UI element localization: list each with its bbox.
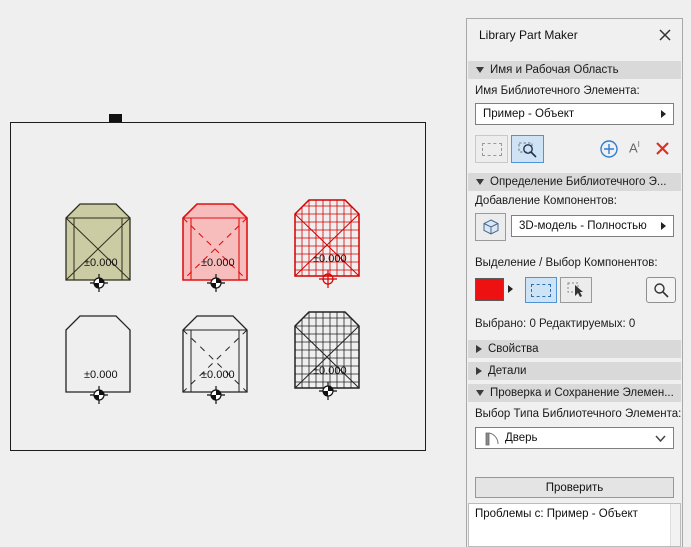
section-label: Определение Библиотечного Э... [490,176,667,188]
marquee-icon [482,143,502,156]
component-mode-value: 3D-модель - Полностью [519,220,661,232]
problems-scrollbar[interactable] [670,504,680,546]
collapse-expanded-icon [476,67,484,73]
section-label: Имя и Рабочая Область [490,64,619,76]
element-name-label: Имя Библиотечного Элемента: [475,85,640,97]
door-3d-selected-shape [180,200,250,284]
level-label: ±0.000 [84,257,118,269]
panel-title: Library Part Maker [479,28,578,42]
section-header-name-area[interactable]: Имя и Рабочая Область [468,61,681,79]
selection-status: Выбрано: 0 Редактируемых: 0 [475,318,635,330]
magnifier-icon [653,282,669,298]
level-marker-icon [319,270,337,288]
type-label: Выбор Типа Библиотечного Элемента: [475,408,681,420]
collapse-expanded-icon [476,179,484,185]
level-label: ±0.000 [313,365,347,377]
component-tool-button[interactable] [475,213,506,241]
level-marker-icon [90,386,108,404]
level-marker-icon [207,386,225,404]
problems-report-area: Проблемы с: Пример - Объект [468,503,681,547]
selection-label: Выделение / Выбор Компонентов: [475,257,658,269]
door-symbol-detail-shape [180,312,250,396]
chevron-down-icon [655,435,666,442]
level-label: ±0.000 [313,253,347,265]
component-mode-dropdown[interactable]: 3D-модель - Полностью [511,215,674,237]
level-label: ±0.000 [201,369,235,381]
add-components-label: Добавление Компонентов: [475,195,617,207]
door-3d-shaded-shape [63,200,133,284]
arrow-select-button[interactable] [560,277,592,303]
problem-item[interactable]: Проблемы с: Пример - Объект [469,504,680,524]
close-button[interactable] [657,27,673,43]
section-header-check-save[interactable]: Проверка и Сохранение Элемен... [468,384,681,402]
element-type-combo[interactable]: Дверь [475,427,674,449]
element-name-dropdown[interactable]: Пример - Объект [475,103,674,125]
popup-arrow-icon [661,222,666,230]
rename-text-icon[interactable]: AI [629,140,640,155]
ai-icon-letter: A [629,140,638,155]
object-preview-shaded[interactable]: ±0.000 [63,200,133,296]
element-type-value: Дверь [505,432,655,444]
library-part-maker-panel: Library Part Maker Имя и Рабочая Область… [466,18,683,547]
check-button[interactable]: Проверить [475,477,674,498]
drawing-canvas[interactable]: ±0.000 ±0.000 [0,0,466,547]
section-label: Свойства [488,343,539,355]
popup-arrow-icon [661,110,666,118]
level-marker-icon [207,274,225,292]
section-label: Детали [488,365,526,377]
cursor-select-icon [567,282,585,298]
level-label: ±0.000 [84,369,118,381]
level-marker-icon [319,382,337,400]
section-header-properties[interactable]: Свойства [468,340,681,358]
door-3d-mesh-red-shape [292,196,362,280]
zoom-select-button[interactable] [511,135,544,163]
collapse-collapsed-icon [476,345,482,353]
zoom-to-selection-button[interactable] [646,277,676,303]
section-header-details[interactable]: Детали [468,362,681,380]
element-name-value: Пример - Объект [483,108,661,120]
3d-cube-icon [481,218,501,236]
marquee-icon [531,284,551,297]
section-label: Проверка и Сохранение Элемен... [490,387,674,399]
origin-tick [109,114,122,122]
level-marker-icon [90,274,108,292]
level-label: ±0.000 [201,257,235,269]
marquee-select-button[interactable] [525,277,557,303]
collapse-collapsed-icon [476,367,482,375]
zoom-selection-icon [518,141,538,158]
object-preview-selected[interactable]: ±0.000 [180,200,250,296]
section-header-definition[interactable]: Определение Библиотечного Э... [468,173,681,191]
object-preview-wireframe-selected[interactable]: ±0.000 [292,196,362,292]
collapse-expanded-icon [476,390,484,396]
close-icon [659,29,671,41]
door-icon [483,431,499,446]
door-symbol-outline-shape [63,312,133,396]
door-3d-mesh-black-shape [292,308,362,392]
delete-x-icon[interactable] [655,141,670,156]
object-preview-outline-detail[interactable]: ±0.000 [180,312,250,408]
marquee-tool-button[interactable] [475,135,508,163]
highlight-color-swatch[interactable] [475,278,504,301]
swatch-popup-arrow-icon[interactable] [508,285,513,293]
object-preview-outline[interactable]: ±0.000 [63,312,133,408]
add-circle-icon[interactable] [599,139,619,159]
object-preview-mesh[interactable]: ±0.000 [292,308,362,404]
check-button-label: Проверить [546,482,604,494]
ai-icon-sup: I [638,140,640,149]
